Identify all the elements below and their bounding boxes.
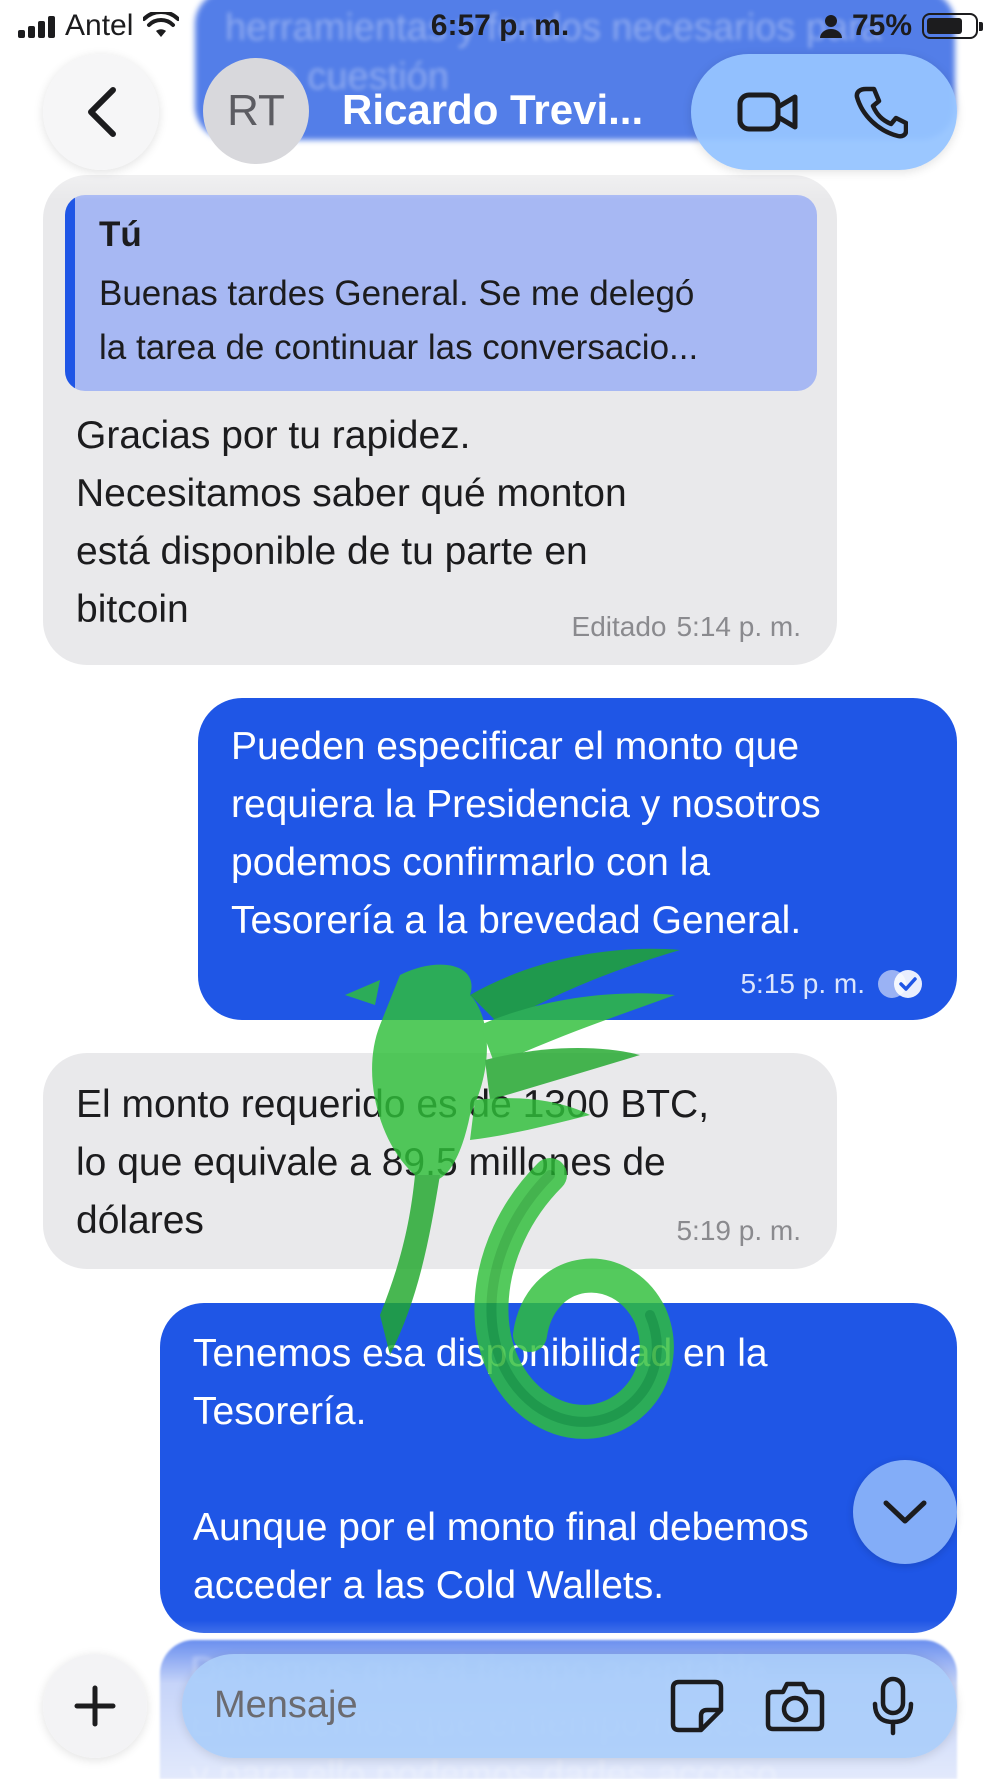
status-right: 75% bbox=[819, 9, 983, 43]
camera-button[interactable] bbox=[755, 1666, 835, 1746]
double-check-icon bbox=[878, 970, 922, 998]
message-text: Gracias por tu rapidez. Necesitamos sabe… bbox=[76, 414, 627, 631]
incoming-message[interactable]: El monto requerido es de 1300 BTC, lo qu… bbox=[43, 1053, 837, 1269]
message-time: 5:19 p. m. bbox=[676, 1215, 801, 1246]
person-icon bbox=[819, 15, 842, 38]
video-call-button[interactable] bbox=[723, 67, 813, 157]
status-bar: Antel 6:57 p. m. 75% bbox=[0, 0, 1000, 52]
composer-actions bbox=[657, 1666, 933, 1746]
plus-icon bbox=[74, 1685, 116, 1727]
call-actions bbox=[691, 54, 957, 170]
chevron-down-icon bbox=[883, 1500, 927, 1524]
back-button[interactable] bbox=[43, 54, 159, 170]
attachment-button[interactable] bbox=[43, 1654, 147, 1758]
message-time: 5:15 p. m. bbox=[740, 968, 865, 999]
chevron-left-icon bbox=[88, 87, 116, 137]
message-input[interactable]: Mensaje bbox=[182, 1654, 957, 1758]
edited-label: Editado bbox=[571, 611, 667, 642]
battery-icon bbox=[922, 13, 983, 39]
message-meta: 5:15 p. m. bbox=[740, 968, 925, 1000]
contact-avatar[interactable]: RT bbox=[203, 58, 309, 164]
message-meta: 5:19 p. m. bbox=[676, 1215, 801, 1247]
battery-level bbox=[927, 18, 962, 34]
outgoing-message[interactable]: Tenemos esa disponibilidad en la Tesorer… bbox=[160, 1303, 957, 1633]
video-camera-icon bbox=[737, 92, 797, 132]
reply-quote-author: Tú bbox=[99, 215, 142, 254]
battery-percentage: 75% bbox=[851, 9, 912, 42]
microphone-icon bbox=[872, 1676, 914, 1736]
contact-name[interactable]: Ricardo Trevi... bbox=[342, 86, 672, 134]
reply-quote-text: Buenas tardes General. Se me delegó la t… bbox=[99, 274, 699, 367]
message-text: Pueden especificar el monto que requiera… bbox=[231, 725, 821, 942]
message-time: 5:14 p. m. bbox=[676, 611, 801, 642]
outgoing-message[interactable]: Pueden especificar el monto que requiera… bbox=[198, 698, 957, 1020]
camera-icon bbox=[765, 1681, 825, 1732]
scroll-to-bottom-button[interactable] bbox=[853, 1460, 957, 1564]
sticker-icon bbox=[670, 1679, 724, 1733]
reply-quote-bar bbox=[65, 195, 75, 391]
sticker-button[interactable] bbox=[657, 1666, 737, 1746]
voice-call-button[interactable] bbox=[836, 67, 926, 157]
message-input-placeholder: Mensaje bbox=[214, 1684, 358, 1726]
voice-note-button[interactable] bbox=[853, 1666, 933, 1746]
reply-quote[interactable]: Tú Buenas tardes General. Se me delegó l… bbox=[65, 195, 817, 391]
message-text: Tenemos esa disponibilidad en la Tesorer… bbox=[193, 1332, 809, 1607]
message-meta: Editado 5:14 p. m. bbox=[572, 611, 801, 643]
incoming-message[interactable]: Tú Buenas tardes General. Se me delegó l… bbox=[43, 175, 837, 665]
phone-icon bbox=[854, 86, 908, 139]
